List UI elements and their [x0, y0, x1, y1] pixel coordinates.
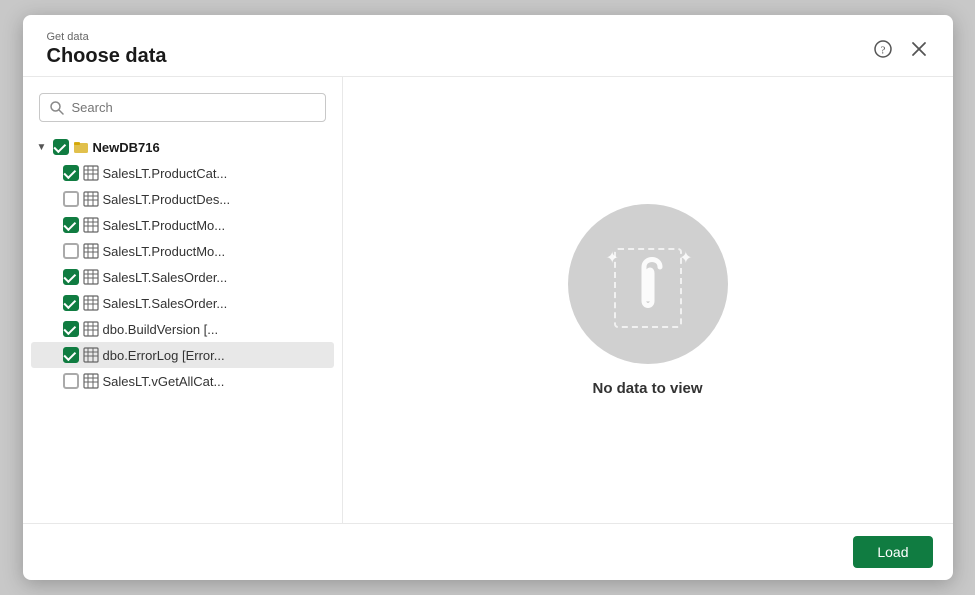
- item-checkbox[interactable]: [63, 217, 79, 233]
- table-icon: [83, 191, 99, 207]
- item-checkbox[interactable]: [63, 243, 79, 259]
- item-checkbox[interactable]: [63, 347, 79, 363]
- database-name: NewDB716: [93, 140, 160, 155]
- table-icon: [83, 243, 99, 259]
- tree-area: ▼ NewDB716 SalesLT.ProductCat...: [23, 134, 342, 507]
- close-icon: [911, 41, 927, 57]
- tree-item[interactable]: SalesLT.SalesOrder...: [31, 290, 334, 316]
- close-button[interactable]: [905, 35, 933, 63]
- item-checkbox[interactable]: [63, 295, 79, 311]
- item-checkbox[interactable]: [63, 165, 79, 181]
- tree-item[interactable]: dbo.ErrorLog [Error...: [31, 342, 334, 368]
- get-data-label: Get data: [47, 31, 167, 43]
- search-input[interactable]: [72, 100, 315, 115]
- tree-root-node[interactable]: ▼ NewDB716: [31, 134, 334, 160]
- db-checkbox[interactable]: [53, 139, 69, 155]
- header-actions: ?: [869, 35, 933, 63]
- paperclip-container: ✦ ✦: [598, 234, 698, 334]
- item-label: SalesLT.ProductMo...: [103, 244, 226, 259]
- item-label: SalesLT.ProductMo...: [103, 218, 226, 233]
- no-data-text: No data to view: [592, 380, 702, 397]
- dialog-body: ▼ NewDB716 SalesLT.ProductCat...: [23, 77, 953, 523]
- svg-text:?: ?: [880, 45, 885, 57]
- dialog-header: Get data Choose data ?: [23, 15, 953, 77]
- tree-item[interactable]: SalesLT.SalesOrder...: [31, 264, 334, 290]
- search-box[interactable]: [39, 93, 326, 122]
- folder-icon: [73, 139, 89, 155]
- choose-data-dialog: Get data Choose data ?: [23, 15, 953, 580]
- table-icon: [83, 295, 99, 311]
- help-icon: ?: [874, 40, 892, 58]
- search-icon: [50, 101, 64, 115]
- item-label: dbo.ErrorLog [Error...: [103, 348, 225, 363]
- item-label: SalesLT.vGetAllCat...: [103, 374, 225, 389]
- item-checkbox[interactable]: [63, 269, 79, 285]
- item-checkbox[interactable]: [63, 373, 79, 389]
- tree-item[interactable]: SalesLT.ProductMo...: [31, 238, 334, 264]
- item-label: SalesLT.ProductDes...: [103, 192, 231, 207]
- item-label: dbo.BuildVersion [...: [103, 322, 219, 337]
- dialog-footer: Load: [23, 523, 953, 580]
- tree-item[interactable]: SalesLT.ProductCat...: [31, 160, 334, 186]
- no-data-illustration: ✦ ✦: [568, 204, 728, 364]
- paperclip-icon: [622, 249, 674, 319]
- help-button[interactable]: ?: [869, 35, 897, 63]
- item-label: SalesLT.ProductCat...: [103, 166, 228, 181]
- tree-item[interactable]: SalesLT.vGetAllCat...: [31, 368, 334, 394]
- title-group: Get data Choose data: [47, 31, 167, 68]
- item-label: SalesLT.SalesOrder...: [103, 296, 228, 311]
- sparkle-left: ✦: [606, 248, 619, 268]
- expand-chevron: ▼: [35, 142, 49, 153]
- item-checkbox[interactable]: [63, 191, 79, 207]
- dialog-title: Choose data: [47, 45, 167, 68]
- load-button[interactable]: Load: [853, 536, 932, 568]
- table-icon: [83, 165, 99, 181]
- left-panel: ▼ NewDB716 SalesLT.ProductCat...: [23, 77, 343, 523]
- item-label: SalesLT.SalesOrder...: [103, 270, 228, 285]
- table-icon: [83, 217, 99, 233]
- tree-item[interactable]: SalesLT.ProductMo...: [31, 212, 334, 238]
- tree-item[interactable]: dbo.BuildVersion [...: [31, 316, 334, 342]
- tree-item[interactable]: SalesLT.ProductDes...: [31, 186, 334, 212]
- table-icon: [83, 347, 99, 363]
- sparkle-right: ✦: [679, 248, 692, 268]
- tree-items-container: SalesLT.ProductCat... SalesLT.ProductDes…: [31, 160, 334, 394]
- right-panel: ✦ ✦ No data to view: [343, 77, 953, 523]
- item-checkbox[interactable]: [63, 321, 79, 337]
- table-icon: [83, 321, 99, 337]
- table-icon: [83, 373, 99, 389]
- table-icon: [83, 269, 99, 285]
